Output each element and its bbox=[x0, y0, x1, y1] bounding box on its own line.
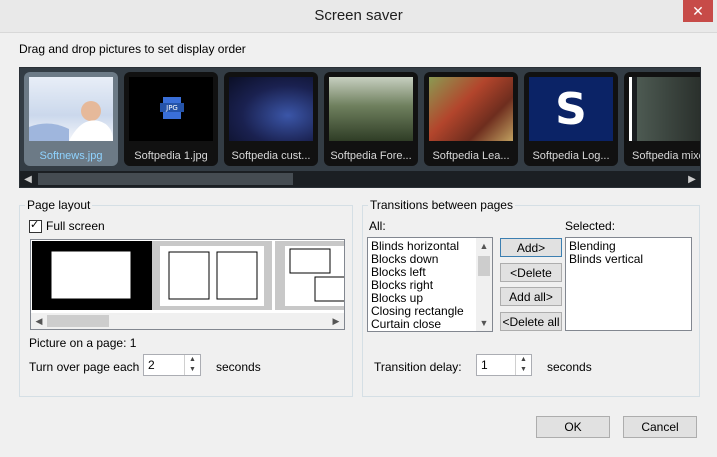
thumbnail-caption: Softpedia Lea... bbox=[432, 150, 510, 162]
all-transitions-list[interactable]: Blinds horizontal Blocks down Blocks lef… bbox=[367, 237, 493, 332]
full-screen-checkbox[interactable]: Full screen bbox=[29, 218, 105, 233]
scroll-up-icon[interactable]: ▲ bbox=[476, 238, 492, 254]
scroll-left-icon[interactable]: ◀ bbox=[31, 313, 47, 329]
turn-over-value[interactable]: 2 bbox=[148, 358, 155, 372]
all-list-scrollbar[interactable]: ▲ ▼ bbox=[476, 238, 492, 331]
thumbnail-caption: Softpedia Log... bbox=[532, 150, 610, 162]
thumbnail-image bbox=[229, 77, 313, 141]
spin-up-icon[interactable]: ▲ bbox=[516, 355, 531, 365]
list-item[interactable]: Curtain close bbox=[368, 318, 492, 331]
turn-over-spinner[interactable]: 2 ▲ ▼ bbox=[143, 354, 201, 376]
picture-on-page-text: Picture on a page: 1 bbox=[29, 336, 137, 350]
thumbnail-image bbox=[329, 77, 413, 141]
full-screen-label: Full screen bbox=[46, 219, 105, 233]
scrollbar-thumb[interactable] bbox=[38, 173, 293, 185]
page-layout-label: Page layout bbox=[25, 198, 93, 212]
window-title: Screen saver bbox=[314, 7, 403, 24]
thumbnail-caption: Softpedia mixe bbox=[632, 150, 700, 162]
cancel-button[interactable]: Cancel bbox=[623, 416, 697, 438]
thumbnail-image bbox=[629, 77, 700, 141]
add-button[interactable]: Add> bbox=[500, 238, 562, 257]
thumbnail-caption: Softpedia 1.jpg bbox=[134, 150, 208, 162]
thumbnail-strip[interactable]: Softnews.jpg JPG Softpedia 1.jpg Softped… bbox=[19, 67, 701, 188]
spinner-buttons[interactable]: ▲ ▼ bbox=[184, 355, 200, 375]
scroll-right-icon[interactable]: ▶ bbox=[328, 313, 344, 329]
thumbnail-scrollbar[interactable]: ◀ ▶ bbox=[20, 171, 700, 187]
list-item[interactable]: Blinds vertical bbox=[566, 253, 691, 266]
thumbnail-1[interactable]: JPG Softpedia 1.jpg bbox=[124, 72, 218, 166]
turn-over-seconds-label: seconds bbox=[216, 360, 261, 374]
scroll-down-icon[interactable]: ▼ bbox=[476, 315, 492, 331]
layout-previews bbox=[32, 241, 344, 310]
spin-down-icon[interactable]: ▼ bbox=[516, 365, 531, 375]
dialog-body: Drag and drop pictures to set display or… bbox=[0, 32, 717, 457]
scroll-right-icon[interactable]: ▶ bbox=[684, 171, 700, 187]
transition-delay-spinner[interactable]: 1 ▲ ▼ bbox=[476, 354, 532, 376]
thumbnail-image: JPG bbox=[129, 77, 213, 141]
thumbnail-image bbox=[29, 77, 113, 141]
layout-options-list[interactable]: ◀ ▶ bbox=[30, 239, 345, 330]
thumbnail-2[interactable]: Softpedia cust... bbox=[224, 72, 318, 166]
checkbox-checked-icon[interactable] bbox=[29, 218, 42, 233]
jpg-file-icon: JPG bbox=[160, 97, 184, 119]
thumbnail-0[interactable]: Softnews.jpg bbox=[24, 72, 118, 166]
close-button[interactable]: ✕ bbox=[683, 0, 713, 22]
close-icon: ✕ bbox=[692, 2, 704, 19]
all-label: All: bbox=[369, 219, 386, 233]
delete-button[interactable]: <Delete bbox=[500, 263, 562, 282]
thumbnail-caption: Softpedia cust... bbox=[231, 150, 311, 162]
jpg-badge-text: JPG bbox=[165, 104, 178, 112]
transition-delay-seconds-label: seconds bbox=[547, 360, 592, 374]
transition-delay-label: Transition delay: bbox=[374, 360, 462, 374]
thumbnail-image: S bbox=[529, 77, 613, 141]
title-bar: Screen saver ✕ bbox=[0, 0, 717, 33]
transition-delay-value[interactable]: 1 bbox=[481, 358, 488, 372]
scroll-left-icon[interactable]: ◀ bbox=[20, 171, 36, 187]
thumbnail-image bbox=[429, 77, 513, 141]
thumbnail-3[interactable]: Softpedia Fore... bbox=[324, 72, 418, 166]
transitions-label: Transitions between pages bbox=[368, 198, 515, 212]
scrollbar-thumb[interactable] bbox=[47, 315, 109, 327]
thumbnail-caption: Softnews.jpg bbox=[39, 150, 103, 162]
layout-scrollbar[interactable]: ◀ ▶ bbox=[31, 313, 344, 329]
spin-up-icon[interactable]: ▲ bbox=[185, 355, 200, 365]
delete-all-button[interactable]: <Delete all bbox=[500, 312, 562, 331]
selected-label: Selected: bbox=[565, 219, 616, 233]
turn-over-label: Turn over page each bbox=[29, 360, 140, 374]
thumbnail-6[interactable]: Softpedia mixe bbox=[624, 72, 700, 166]
thumbnail-caption: Softpedia Fore... bbox=[330, 150, 412, 162]
thumbnail-4[interactable]: Softpedia Lea... bbox=[424, 72, 518, 166]
add-all-button[interactable]: Add all> bbox=[500, 287, 562, 306]
portrait-image bbox=[29, 101, 113, 141]
scrollbar-thumb[interactable] bbox=[478, 256, 490, 276]
ok-button[interactable]: OK bbox=[536, 416, 610, 438]
instruction-text: Drag and drop pictures to set display or… bbox=[19, 42, 246, 56]
spinner-buttons[interactable]: ▲ ▼ bbox=[515, 355, 531, 375]
spin-down-icon[interactable]: ▼ bbox=[185, 365, 200, 375]
softpedia-logo: S bbox=[555, 83, 587, 135]
thumbnail-5[interactable]: S Softpedia Log... bbox=[524, 72, 618, 166]
selected-transitions-list[interactable]: Blending Blinds vertical bbox=[565, 237, 692, 331]
